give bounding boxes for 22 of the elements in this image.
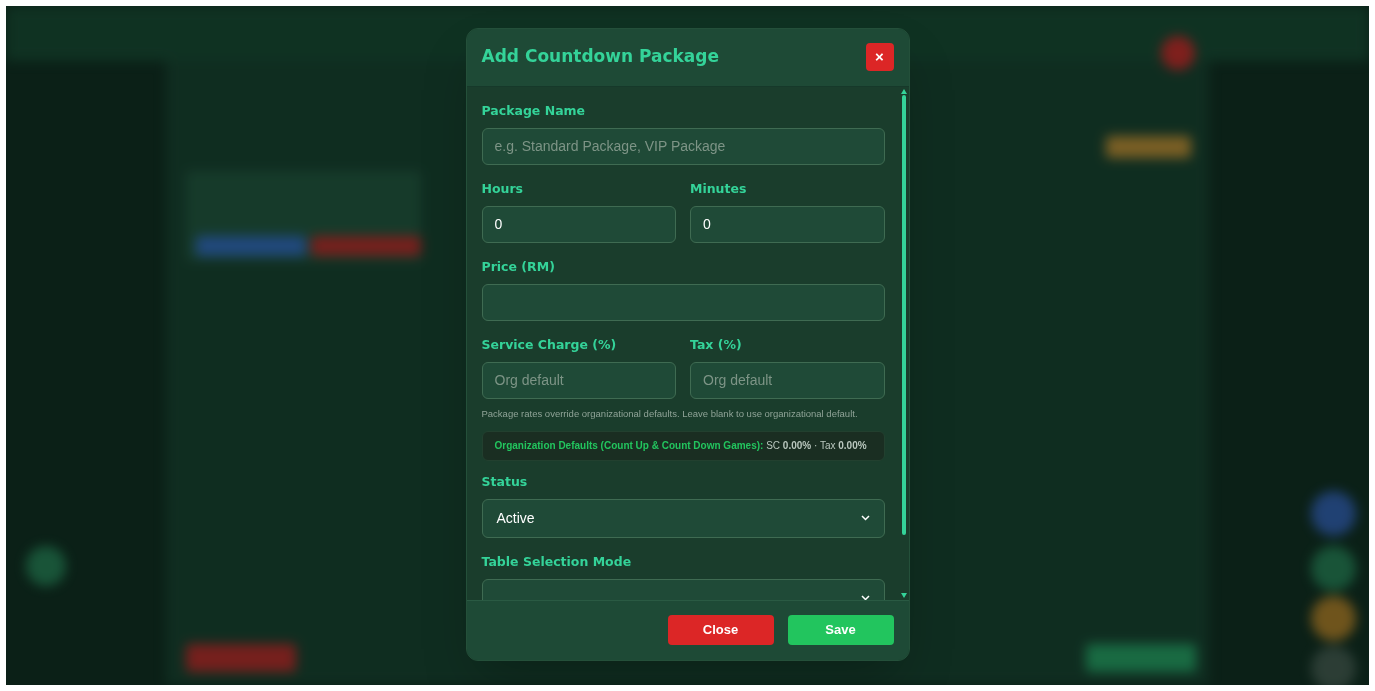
field-label: Hours xyxy=(481,181,525,196)
field-label: Minutes xyxy=(690,181,748,196)
text-field[interactable]: e.g. Standard Package, VIP Package xyxy=(481,127,885,165)
text-field[interactable] xyxy=(481,283,885,321)
chevron-down-icon xyxy=(860,515,870,521)
hint-text: Package rates override organizational defaults. Leave blank to use organizational default. xyxy=(481,407,859,420)
dialog-title: Add Countdown Package xyxy=(481,45,719,69)
close-button[interactable]: Close xyxy=(667,615,774,645)
field-label: Service Charge (%) xyxy=(481,337,618,352)
close-button[interactable]: × xyxy=(865,43,894,71)
number-field[interactable]: 0 xyxy=(481,205,676,243)
number-field[interactable]: 0 xyxy=(690,205,885,243)
chevron-down-icon xyxy=(860,595,870,600)
field-label: Status xyxy=(481,474,529,489)
number-field[interactable]: Org default xyxy=(690,361,885,399)
number-field[interactable]: Org default xyxy=(481,361,676,399)
field-label: Price (RM) xyxy=(481,259,556,274)
field-label: Table Selection Mode xyxy=(481,554,633,569)
status-select[interactable]: Active xyxy=(481,498,885,538)
field-label: Tax (%) xyxy=(690,337,743,352)
defaults-note: Organization Defaults (Count Up & Count Down Games): SC 0.00% · Tax 0.00% xyxy=(481,430,885,461)
field-label: Package Name xyxy=(481,103,587,118)
